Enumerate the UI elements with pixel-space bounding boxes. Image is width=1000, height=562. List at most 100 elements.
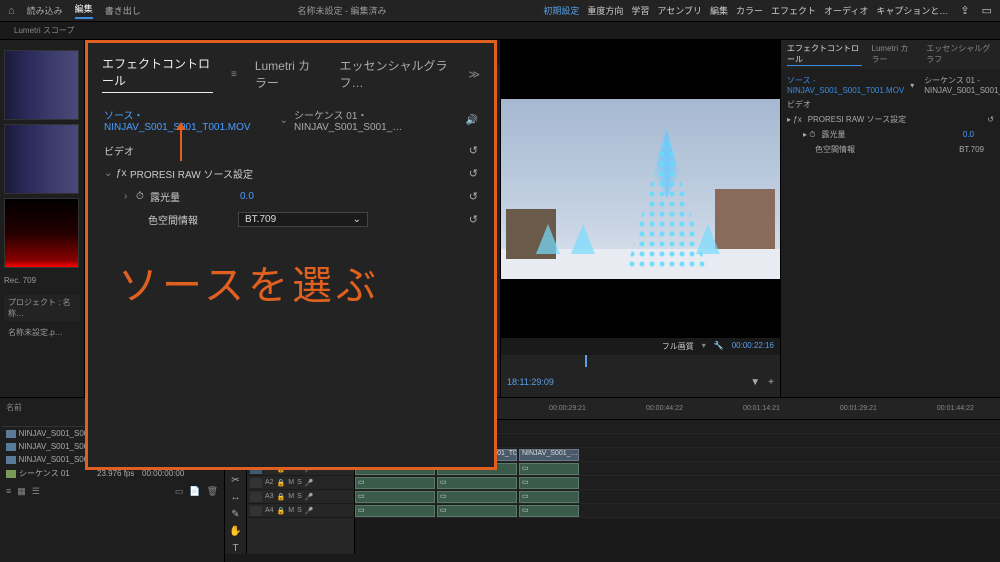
ws-default[interactable]: 初期設定 <box>543 4 579 17</box>
source-timecode[interactable]: 18:11:29:09 <box>507 377 554 387</box>
slip-tool-icon[interactable]: ↔ <box>231 492 241 503</box>
project-panel-tab[interactable]: プロジェクト : 名称… <box>4 295 80 321</box>
pen-tool-icon[interactable]: ✎ <box>231 509 239 520</box>
tab-lumetri-color[interactable]: Lumetri カラー <box>872 43 917 66</box>
insert-icon[interactable]: ⊕ <box>326 377 334 388</box>
share-icon[interactable]: ⇪ <box>960 4 969 17</box>
source-clip-selector[interactable]: ソース - NINJAV_S001_S001_T001.MOV▾ シーケンス 0… <box>787 73 994 97</box>
timeline-audio-clip[interactable]: ▭ <box>355 463 435 475</box>
timeline-audio-clip[interactable]: ▭ <box>437 477 517 489</box>
ws-item[interactable]: オーディオ <box>824 4 868 17</box>
project-item[interactable]: シーケンス 0123.976 fps00:00:00:00 <box>2 466 222 481</box>
source-monitor-area: ソース : NINJAV_S001_S001_T001.MOV プログラム : … <box>85 40 500 397</box>
razor-tool-icon[interactable]: ✂ <box>231 475 239 486</box>
clip-icon <box>6 430 16 438</box>
project-item[interactable]: NINJAV_S001_S001_T001.MO…23.976 fps16:11… <box>2 427 222 440</box>
video-preview <box>501 99 780 279</box>
timeline-audio-clip[interactable]: ▭ <box>519 491 579 503</box>
timeline-audio-clip[interactable]: ▭ <box>519 505 579 517</box>
track-header-a2[interactable]: A2🔒MS🎤 <box>247 476 354 490</box>
icon-view-icon[interactable]: ▦ <box>17 486 26 497</box>
fx-proresraw[interactable]: ▸ ƒxPRORESI RAW ソース設定 ↺ <box>787 112 994 127</box>
track-header-a1[interactable]: A1🔒MS🎤 <box>247 462 354 476</box>
mark-out-icon[interactable]: } <box>225 377 228 388</box>
clip-icon <box>6 443 16 451</box>
go-out-icon[interactable]: ▶| <box>307 377 317 388</box>
tab-lumetri-scopes[interactable]: Lumetri スコープ <box>8 23 80 38</box>
clip-icon <box>6 456 16 464</box>
ws-item[interactable]: カラー <box>736 4 763 17</box>
timeline-audio-clip[interactable]: ▭ <box>519 477 579 489</box>
step-back-icon[interactable]: ◀| <box>255 377 265 388</box>
program-monitor[interactable] <box>501 40 780 338</box>
hand-tool-icon[interactable]: ✋ <box>229 526 241 537</box>
ws-item[interactable]: アセンブリ <box>657 4 702 17</box>
project-item[interactable]: NINJAV_S001_S001_T002.MO…23.976 fps16:11… <box>2 440 222 453</box>
timeline-panel: 00:00:00:0000:00:14:2200:00:29:2100:00:4… <box>225 398 1000 562</box>
freeform-view-icon[interactable]: ☰ <box>32 486 40 497</box>
extract-icon[interactable]: + <box>768 377 774 388</box>
step-fwd-icon[interactable]: |▶ <box>289 377 299 388</box>
quick-export-icon[interactable]: ▭ <box>982 4 992 17</box>
tab-source[interactable]: ソース : NINJAV_S001_S001_T001.MOV <box>93 44 245 61</box>
overwrite-icon[interactable]: ⊡ <box>342 377 350 388</box>
colorspace-row[interactable]: 色空間情報 BT.709 <box>787 142 994 157</box>
ripple-tool-icon[interactable]: ⇆ <box>231 458 239 469</box>
tab-essential-graphics[interactable]: エッセンシャルグラフ <box>926 43 994 66</box>
ws-item[interactable]: 編集 <box>710 4 728 17</box>
track-header-v1[interactable]: V1🔒👁 <box>247 448 354 462</box>
timeline-audio-clip[interactable]: ▭ <box>437 505 517 517</box>
exposure-row[interactable]: ▸ ⏱露光量 0.0 <box>787 127 994 142</box>
timeline-audio-clip[interactable]: ▭ <box>355 505 435 517</box>
list-view-icon[interactable]: ≡ <box>6 486 11 497</box>
timeline-audio-clip[interactable]: ▭ <box>519 463 579 475</box>
video-section: ビデオ <box>787 97 994 112</box>
menu-export[interactable]: 書き出し <box>105 4 141 17</box>
timeline-audio-clip[interactable]: ▭ <box>437 463 517 475</box>
menu-import[interactable]: 読み込み <box>27 4 63 17</box>
new-bin-icon[interactable]: ▭ <box>175 486 184 497</box>
timeline-ruler[interactable]: 00:00:00:0000:00:14:2200:00:29:2100:00:4… <box>225 398 1000 420</box>
type-tool-icon[interactable]: T <box>232 543 238 554</box>
track-header-a4[interactable]: A4🔒MS🎤 <box>247 504 354 518</box>
track-header-v2[interactable]: V2🔒👁 <box>247 434 354 448</box>
export-frame-icon[interactable]: 📷 <box>358 377 370 388</box>
selection-tool-icon[interactable]: ↖ <box>231 424 239 435</box>
ws-item[interactable]: 学習 <box>631 4 649 17</box>
timeline-audio-clip[interactable]: ▭ <box>437 491 517 503</box>
timeline-clip[interactable]: NINJAV_S001_S001_T0… <box>355 449 435 461</box>
ws-item[interactable]: 重度方向 <box>587 4 623 17</box>
track-headers: V3🔒👁 V2🔒👁 V1🔒👁 A1🔒MS🎤 A2🔒MS🎤 A3🔒MS🎤 A4🔒M… <box>247 420 355 554</box>
timeline-clip[interactable]: NINJAV_S001_S001_T0… <box>437 449 517 461</box>
track-header-a3[interactable]: A3🔒MS🎤 <box>247 490 354 504</box>
lift-icon[interactable]: ▼ <box>750 377 760 388</box>
ws-item[interactable]: エフェクト <box>771 4 816 17</box>
waveform-scope[interactable] <box>4 50 79 120</box>
menu-edit[interactable]: 編集 <box>75 2 93 19</box>
settings-icon[interactable]: 🔧 <box>714 341 724 352</box>
go-in-icon[interactable]: |◀ <box>237 377 247 388</box>
track-select-tool-icon[interactable]: ⇢ <box>231 441 239 452</box>
track-header-v3[interactable]: V3🔒👁 <box>247 420 354 434</box>
home-icon[interactable]: ⌂ <box>8 5 15 17</box>
parade-scope[interactable] <box>4 198 79 268</box>
timeline-tracks[interactable]: NINJAV_S001_S001_T0… NINJAV_S001_S001_T0… <box>355 420 1000 554</box>
project-item[interactable]: NINJAV_S001_S001_T003.MO…23.976 fps16:13… <box>2 453 222 466</box>
project-table-header: 名前フレームレートメディア開始メディ… <box>2 400 222 427</box>
new-item-icon[interactable]: 📄 <box>189 486 200 497</box>
vectorscope[interactable] <box>4 124 79 194</box>
tab-effect-controls[interactable]: エフェクトコントロール <box>787 43 862 66</box>
timeline-audio-clip[interactable]: ▭ <box>355 477 435 489</box>
timeline-clip[interactable]: NINJAV_S001_… <box>519 449 579 461</box>
ws-item[interactable]: キャプションと… <box>876 4 948 17</box>
timeline-audio-clip[interactable]: ▭ <box>355 491 435 503</box>
bin-label: 名称未設定.p… <box>4 325 80 340</box>
program-scrubber[interactable] <box>501 355 780 367</box>
program-timecode[interactable]: 00:00:22:16 <box>732 341 774 352</box>
trash-icon[interactable]: 🗑 <box>207 486 218 497</box>
reset-icon[interactable]: ↺ <box>987 115 994 124</box>
tab-program-mini[interactable]: プログラム : シーケンス 01 <box>259 44 360 61</box>
playback-quality[interactable]: フル画質 <box>662 341 694 352</box>
mark-in-icon[interactable]: { <box>214 377 217 388</box>
play-icon[interactable]: ▶ <box>273 377 281 388</box>
